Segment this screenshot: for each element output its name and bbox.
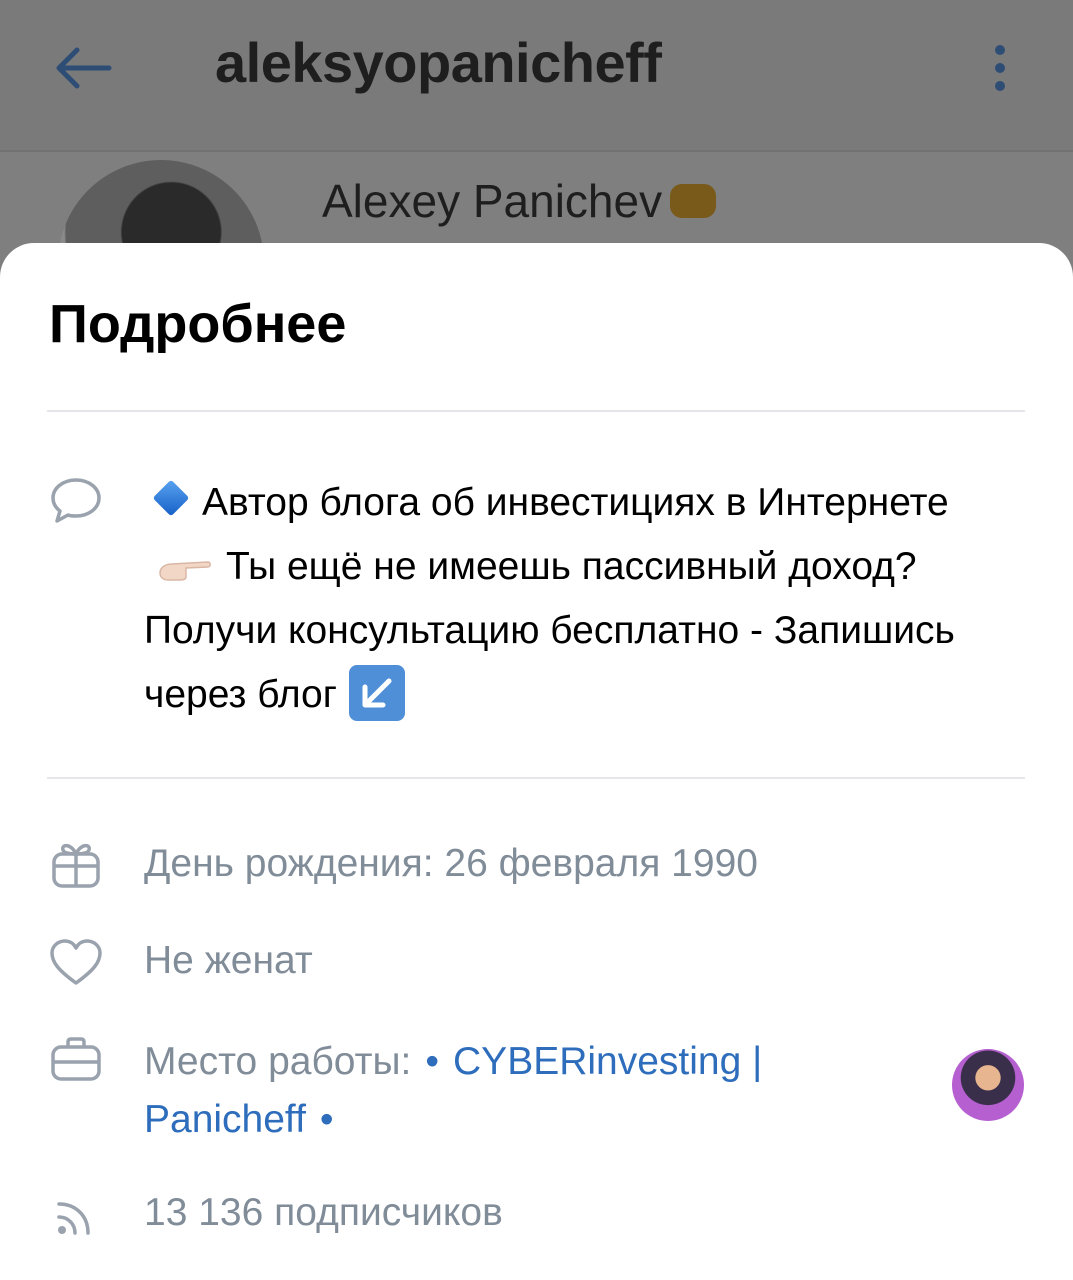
profile-name: Alexey Panichev bbox=[322, 174, 717, 228]
rss-icon bbox=[57, 1202, 90, 1235]
work-company-link-line2[interactable]: Panicheff bbox=[144, 1098, 306, 1141]
work-community-avatar[interactable] bbox=[952, 1049, 1024, 1121]
screen: aleksyopanicheff Alexey Panichev Подробн… bbox=[0, 0, 1073, 1280]
relationship-text: Не женат bbox=[144, 939, 313, 982]
work-row-icon bbox=[48, 1035, 104, 1083]
more-dot bbox=[995, 81, 1005, 91]
separator-dot: • bbox=[425, 1040, 440, 1083]
separator-dot: • bbox=[319, 1098, 334, 1141]
back-button[interactable] bbox=[50, 38, 116, 98]
about-row-icon bbox=[48, 475, 104, 525]
details-sheet: Подробнее Автор блога об инвестициях в И… bbox=[0, 243, 1073, 1280]
followers-text[interactable]: 13 136 подписчиков bbox=[144, 1188, 503, 1239]
blue-diamond-icon bbox=[152, 479, 190, 517]
work-company-link[interactable]: CYBERinvesting | bbox=[453, 1040, 762, 1083]
profile-username: aleksyopanicheff bbox=[215, 31, 662, 94]
more-dot bbox=[995, 63, 1005, 73]
birthday-text: День рождения: 26 февраля 1990 bbox=[144, 842, 758, 885]
arrow-down-left-icon bbox=[348, 665, 405, 721]
fist-emoji-icon bbox=[670, 184, 717, 218]
more-button[interactable] bbox=[980, 38, 1020, 98]
divider bbox=[47, 777, 1025, 779]
gift-icon bbox=[52, 843, 100, 888]
arrow-down-left-glyph bbox=[362, 678, 392, 708]
speech-bubble-icon bbox=[51, 478, 101, 523]
sheet-title: Подробнее bbox=[49, 294, 347, 354]
divider bbox=[47, 410, 1025, 412]
more-vertical-icon bbox=[995, 45, 1005, 55]
pointing-hand-icon bbox=[159, 561, 211, 581]
about-text-part2: Ты ещё не имеешь пассивный доход? Получи… bbox=[144, 545, 955, 716]
work-label: Место работы: bbox=[144, 1040, 412, 1083]
about-text-part1: Автор блога об инвестициях в Интернете bbox=[202, 481, 949, 524]
work-text: Место работы: • CYBERinvesting | Panicheff • bbox=[144, 1033, 904, 1149]
relationship-row-icon bbox=[48, 937, 104, 987]
briefcase-icon bbox=[51, 1037, 101, 1081]
heart-icon bbox=[50, 939, 102, 985]
followers-row-icon bbox=[48, 1193, 104, 1239]
top-bar: aleksyopanicheff bbox=[0, 0, 1073, 152]
profile-name-text: Alexey Panichev bbox=[322, 175, 663, 227]
birthday-row-icon bbox=[48, 840, 104, 890]
about-text: Автор блога об инвестициях в Интернете Ты… bbox=[144, 471, 1024, 727]
arrow-left-icon bbox=[56, 47, 112, 89]
